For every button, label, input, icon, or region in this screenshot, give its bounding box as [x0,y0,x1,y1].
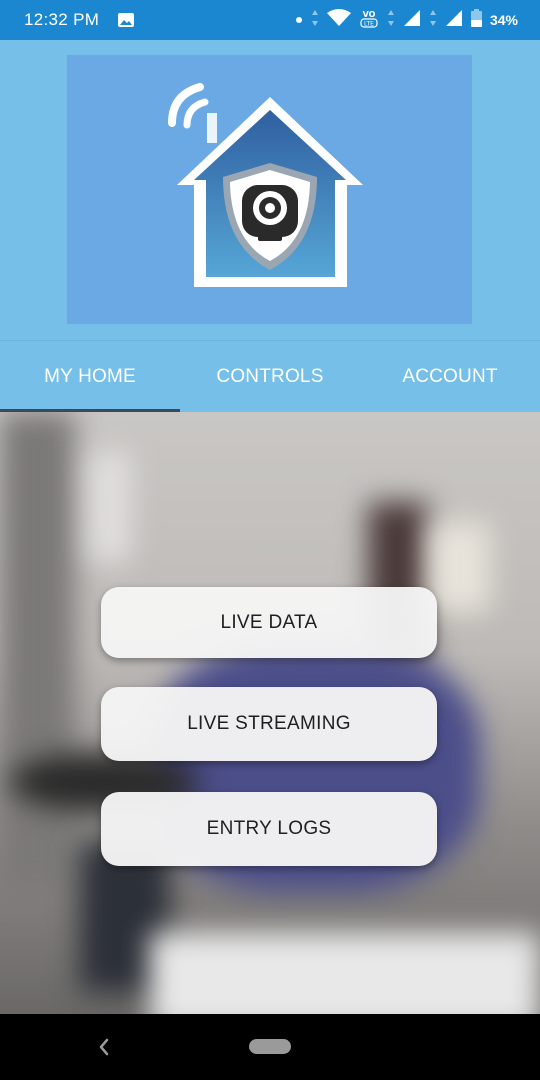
data-arrows-icon [429,9,437,32]
signal-icon [445,9,463,32]
data-arrows-icon [311,9,319,32]
back-icon[interactable] [96,1036,112,1058]
signal-icon [403,9,421,32]
volte-icon: VO LTE [359,8,379,33]
battery-icon [470,8,482,32]
home-security-logo-icon [168,83,363,287]
background-rug [150,932,540,1014]
app-logo [67,55,472,324]
tab-account[interactable]: ACCOUNT [360,341,540,412]
system-nav-bar [0,1014,540,1080]
home-content: LIVE DATA LIVE STREAMING ENTRY LOGS [0,412,540,1014]
app-header [0,40,540,340]
status-icons: VO LTE 34% [295,8,518,33]
live-streaming-button[interactable]: LIVE STREAMING [101,687,437,761]
svg-text:LTE: LTE [364,20,374,27]
wifi-icon [326,8,351,32]
background-wall [0,412,75,892]
live-data-button[interactable]: LIVE DATA [101,587,437,658]
svg-text:VO: VO [363,10,376,19]
entry-logs-button[interactable]: ENTRY LOGS [101,792,437,866]
dot-icon [295,11,303,29]
data-arrows-icon [387,9,395,32]
status-bar: 12:32 PM VO LTE 34% [0,0,540,40]
tab-controls[interactable]: CONTROLS [180,341,360,412]
tab-bar: MY HOME CONTROLS ACCOUNT [0,340,540,412]
home-pill-button[interactable] [249,1039,291,1054]
background-frame [430,522,490,612]
background-lamp [90,452,130,562]
photo-icon [117,12,135,28]
status-time: 12:32 PM [24,10,100,29]
tab-my-home[interactable]: MY HOME [0,341,180,412]
battery-percent: 34% [489,12,518,28]
